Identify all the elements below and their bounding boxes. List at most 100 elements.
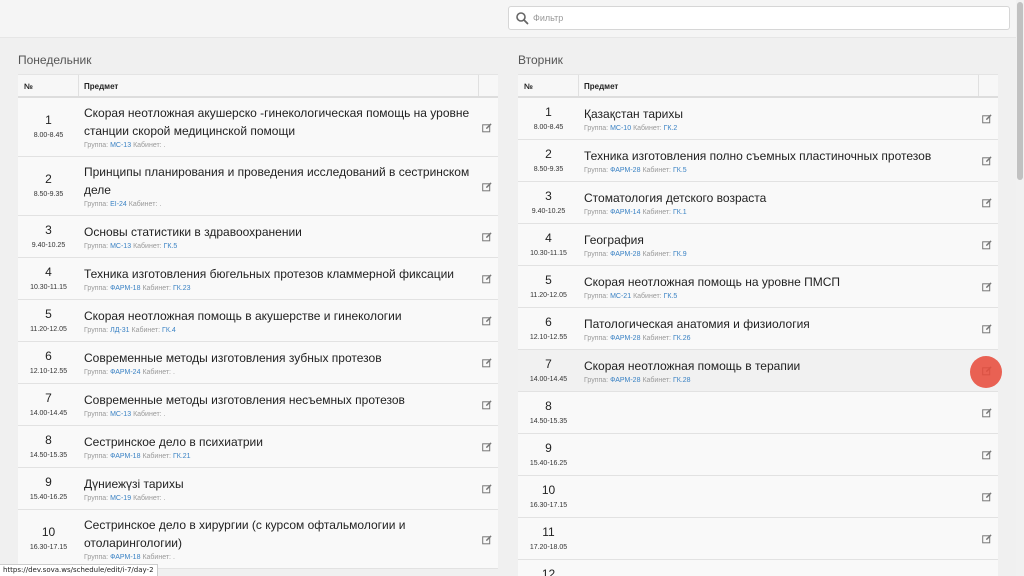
group-link[interactable]: ФАРМ-14 bbox=[610, 209, 640, 216]
room-link: . bbox=[172, 554, 175, 561]
room-link[interactable]: ГК.5 bbox=[673, 167, 687, 174]
group-label: Группа: bbox=[584, 125, 609, 132]
lesson-subject: Современные методы изготовления зубных п… bbox=[84, 351, 382, 365]
edit-icon[interactable] bbox=[982, 114, 992, 124]
edit-icon[interactable] bbox=[482, 232, 492, 242]
page-scrollbar[interactable] bbox=[1016, 0, 1024, 576]
table-row: 7 14.00-14.45 Современные методы изготовле… bbox=[18, 384, 498, 426]
lesson-time: 15.40-16.25 bbox=[29, 494, 68, 501]
group-link[interactable]: ФАРМ-28 bbox=[610, 335, 640, 342]
room-link[interactable]: ГК.4 bbox=[162, 327, 176, 334]
lesson-subject: Сестринское дело в хирургии (с курсом оф… bbox=[84, 518, 406, 550]
group-label: Группа: bbox=[584, 377, 609, 384]
group-link[interactable]: ФАРМ-18 bbox=[110, 285, 140, 292]
edit-icon[interactable] bbox=[982, 156, 992, 166]
lesson-subject-cell: География Группа: ФАРМ-28 Кабинет: ГК.9 bbox=[579, 224, 979, 265]
table-header: № Предмет bbox=[18, 74, 498, 98]
lesson-meta: Группа: ЕІ-24 Кабинет: . bbox=[84, 201, 479, 208]
group-link[interactable]: ФАРМ-28 bbox=[610, 251, 640, 258]
lesson-number-cell: 12 bbox=[518, 560, 579, 576]
search-box[interactable] bbox=[508, 6, 1010, 30]
room-link[interactable]: ГК.5 bbox=[164, 243, 178, 250]
room-link[interactable]: ГК.1 bbox=[673, 209, 687, 216]
room-link: . bbox=[163, 495, 166, 502]
lesson-meta: Группа: МС-21 Кабинет: ГК.5 bbox=[584, 293, 979, 300]
lesson-time: 11.20-12.05 bbox=[30, 326, 67, 333]
group-link[interactable]: ФАРМ-28 bbox=[610, 167, 640, 174]
lesson-number: 3 bbox=[545, 189, 552, 203]
group-link[interactable]: ФАРМ-28 bbox=[610, 377, 640, 384]
edit-icon[interactable] bbox=[482, 182, 492, 192]
group-link[interactable]: ЕІ-24 bbox=[110, 201, 127, 208]
room-link[interactable]: ГК.9 bbox=[673, 251, 687, 258]
lesson-number: 6 bbox=[545, 315, 552, 329]
filter-input[interactable] bbox=[533, 8, 1003, 28]
lesson-number-cell: 5 11.20-12.05 bbox=[18, 300, 79, 341]
group-link[interactable]: МС-13 bbox=[110, 411, 131, 418]
lesson-number: 4 bbox=[45, 265, 52, 279]
scrollbar-thumb[interactable] bbox=[1017, 2, 1023, 180]
edit-icon[interactable] bbox=[982, 534, 992, 544]
edit-icon[interactable] bbox=[982, 282, 992, 292]
edit-icon[interactable] bbox=[482, 316, 492, 326]
lesson-number: 2 bbox=[45, 172, 52, 186]
group-link[interactable]: ФАРМ-18 bbox=[110, 554, 140, 561]
edit-icon[interactable] bbox=[482, 400, 492, 410]
room-link[interactable]: ГК.21 bbox=[173, 453, 191, 460]
room-label: Кабинет: bbox=[133, 411, 162, 418]
lesson-number: 1 bbox=[45, 113, 52, 127]
edit-icon[interactable] bbox=[982, 324, 992, 334]
room-label: Кабинет: bbox=[142, 369, 172, 376]
group-link[interactable]: ФАРМ-24 bbox=[110, 369, 140, 376]
lesson-time: 8.00-8.45 bbox=[533, 124, 564, 131]
room-label: Кабинет: bbox=[142, 285, 172, 292]
table-row: 6 12.10-12.55 Современные методы изготовле… bbox=[18, 342, 498, 384]
lesson-meta: Группа: ФАРМ-28 Кабинет: ГК.26 bbox=[584, 335, 979, 342]
lesson-actions bbox=[979, 392, 998, 433]
room-label: Кабинет: bbox=[133, 495, 162, 502]
header-number: № bbox=[18, 75, 79, 96]
group-link[interactable]: ЛД-31 bbox=[110, 327, 129, 334]
lesson-number-cell: 1 8.00-8.45 bbox=[18, 98, 79, 156]
group-link[interactable]: ФАРМ-18 bbox=[110, 453, 140, 460]
room-link[interactable]: ГК.2 bbox=[664, 125, 678, 132]
edit-icon[interactable] bbox=[982, 240, 992, 250]
lesson-number-cell: 10 16.30-17.15 bbox=[18, 510, 79, 568]
lesson-list: 1 8.00-8.45 Скорая неотложная акушерско -г… bbox=[18, 98, 498, 569]
room-link[interactable]: ГК.26 bbox=[673, 335, 691, 342]
group-link[interactable]: МС-21 bbox=[610, 293, 631, 300]
table-row: 1 8.00-8.45 Қазақстан тарихы Группа: МС-10 … bbox=[518, 98, 998, 140]
table-row: 8 14.50-15.35 bbox=[518, 392, 998, 434]
room-link[interactable]: ГК.23 bbox=[173, 285, 191, 292]
group-label: Группа: bbox=[84, 327, 109, 334]
lesson-actions bbox=[479, 426, 498, 467]
edit-icon[interactable] bbox=[482, 442, 492, 452]
edit-icon[interactable] bbox=[482, 123, 492, 133]
group-link[interactable]: МС-13 bbox=[110, 243, 131, 250]
group-link[interactable]: МС-19 bbox=[110, 495, 131, 502]
edit-icon[interactable] bbox=[482, 274, 492, 284]
lesson-meta: Группа: ФАРМ-28 Кабинет: ГК.9 bbox=[584, 251, 979, 258]
edit-icon[interactable] bbox=[982, 450, 992, 460]
edit-icon[interactable] bbox=[982, 408, 992, 418]
lesson-meta: Группа: МС-19 Кабинет: . bbox=[84, 495, 479, 502]
lesson-subject-cell: Современные методы изготовления несъемны… bbox=[79, 384, 479, 425]
edit-icon[interactable] bbox=[482, 358, 492, 368]
lesson-actions bbox=[479, 510, 498, 568]
room-link[interactable]: ГК.5 bbox=[664, 293, 678, 300]
edit-icon[interactable] bbox=[482, 535, 492, 545]
header-number: № bbox=[518, 75, 579, 96]
edit-icon[interactable] bbox=[982, 492, 992, 502]
room-link[interactable]: ГК.28 bbox=[673, 377, 691, 384]
group-link[interactable]: МС-13 bbox=[110, 142, 131, 149]
lesson-meta: Группа: ФАРМ-28 Кабинет: ГК.5 bbox=[584, 167, 979, 174]
lesson-time: 12.10-12.55 bbox=[29, 368, 68, 375]
lesson-number-cell: 6 12.10-12.55 bbox=[18, 342, 79, 383]
lesson-number-cell: 2 8.50-9.35 bbox=[18, 157, 79, 215]
lesson-meta: Группа: ФАРМ-14 Кабинет: ГК.1 bbox=[584, 209, 979, 216]
lesson-subject-cell: Техника изготовления полно съемных пласт… bbox=[579, 140, 979, 181]
edit-icon[interactable] bbox=[482, 484, 492, 494]
room-label: Кабинет: bbox=[642, 377, 672, 384]
group-link[interactable]: МС-10 bbox=[610, 125, 631, 132]
edit-icon[interactable] bbox=[982, 198, 992, 208]
